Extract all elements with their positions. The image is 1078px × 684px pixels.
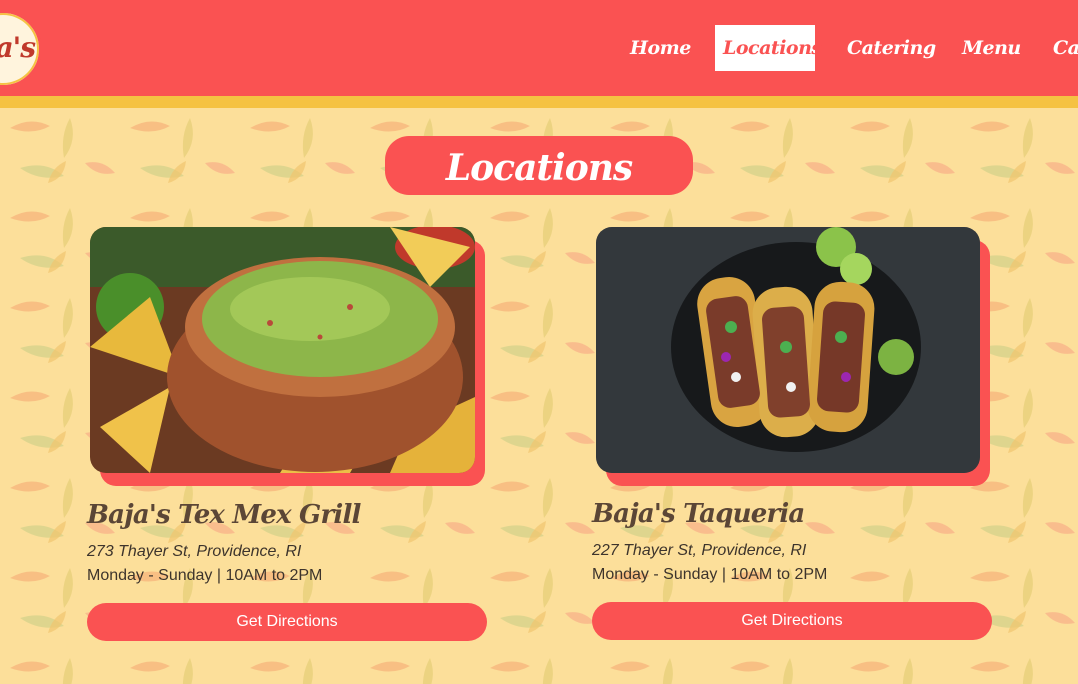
brand-logo[interactable]: a's <box>0 10 42 88</box>
nav-home[interactable]: Home <box>622 25 699 71</box>
nav-locations[interactable]: Locations <box>715 25 822 71</box>
logo-text: a's <box>0 31 36 64</box>
location-address: 227 Thayer St, Providence, RI <box>592 542 807 559</box>
location-name: Baja's Tex Mex Grill <box>87 500 361 530</box>
location-hours: Monday - Sunday | 10AM to 2PM <box>592 566 828 583</box>
page-title: Locations <box>385 136 693 195</box>
guacamole-photo <box>90 227 475 473</box>
nav-menu[interactable]: Menu <box>954 25 1029 71</box>
top-navbar: a's Home Locations Catering Menu Ca <box>0 0 1078 96</box>
navbar-accent-stripe <box>0 96 1078 108</box>
location-address: 273 Thayer St, Providence, RI <box>87 543 302 560</box>
tacos-photo <box>596 227 980 473</box>
location-hours: Monday - Sunday | 10AM to 2PM <box>87 567 323 584</box>
nav-catering[interactable]: Catering <box>839 25 944 71</box>
location-name: Baja's Taqueria <box>592 499 805 529</box>
get-directions-button[interactable]: Get Directions <box>592 602 992 640</box>
get-directions-button[interactable]: Get Directions <box>87 603 487 641</box>
nav-cart[interactable]: Ca <box>1045 25 1078 71</box>
